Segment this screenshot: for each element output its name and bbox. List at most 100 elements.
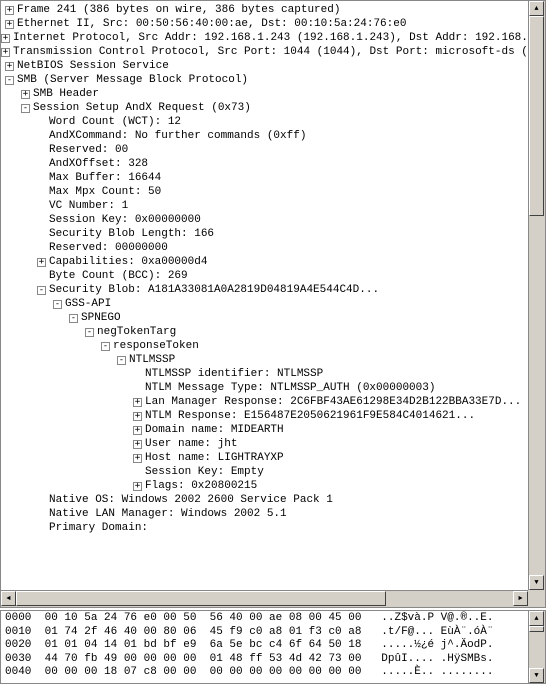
tree-row[interactable]: Security Blob Length: 166 xyxy=(1,227,528,241)
expand-icon[interactable]: + xyxy=(133,440,142,449)
tree-row[interactable]: Primary Domain: xyxy=(1,521,528,535)
tree-label: Native LAN Manager: Windows 2002 5.1 xyxy=(49,507,287,521)
tree-row[interactable]: +SMB Header xyxy=(1,87,528,101)
tree-row[interactable]: Session Key: 0x00000000 xyxy=(1,213,528,227)
tree-row[interactable]: -NTLMSSP xyxy=(1,353,528,367)
tree-label: Max Mpx Count: 50 xyxy=(49,185,161,199)
collapse-icon[interactable]: - xyxy=(117,356,126,365)
collapse-icon[interactable]: - xyxy=(85,328,94,337)
packet-details-pane: +Frame 241 (386 bytes on wire, 386 bytes… xyxy=(0,0,546,608)
collapse-icon[interactable]: - xyxy=(101,342,110,351)
tree-row[interactable]: Native OS: Windows 2002 2600 Service Pac… xyxy=(1,493,528,507)
scroll-right-button[interactable]: ► xyxy=(513,591,528,606)
arrow-up-icon: ▲ xyxy=(534,5,538,13)
tree-row[interactable]: VC Number: 1 xyxy=(1,199,528,213)
hex-dump[interactable]: 0000 00 10 5a 24 76 e0 00 50 56 40 00 ae… xyxy=(1,611,528,683)
scroll-left-button[interactable]: ◄ xyxy=(1,591,16,606)
tree-label: Session Setup AndX Request (0x73) xyxy=(33,101,251,115)
tree-row[interactable]: Max Buffer: 16644 xyxy=(1,171,528,185)
tree-row[interactable]: Reserved: 00000000 xyxy=(1,241,528,255)
collapse-icon[interactable]: - xyxy=(37,286,46,295)
hex-row[interactable]: 0020 01 01 04 14 01 bd bf e9 6a 5e bc c4… xyxy=(5,639,524,653)
tree-label: Host name: LIGHTRAYXP xyxy=(145,451,284,465)
tree-row[interactable]: NTLM Message Type: NTLMSSP_AUTH (0x00000… xyxy=(1,381,528,395)
tree-row[interactable]: -Session Setup AndX Request (0x73) xyxy=(1,101,528,115)
tree-label: NetBIOS Session Service xyxy=(17,59,169,73)
arrow-left-icon: ◄ xyxy=(6,595,10,603)
expand-icon[interactable]: + xyxy=(5,20,14,29)
scroll-down-button[interactable]: ▼ xyxy=(529,575,544,590)
expand-icon[interactable]: + xyxy=(1,34,10,43)
expand-icon[interactable]: + xyxy=(133,398,142,407)
hex-row[interactable]: 0040 00 00 00 18 07 c8 00 00 00 00 00 00… xyxy=(5,666,524,680)
scroll-thumb-vertical[interactable] xyxy=(529,16,544,216)
expand-icon[interactable]: + xyxy=(37,258,46,267)
tree-row[interactable]: +Transmission Control Protocol, Src Port… xyxy=(1,45,528,59)
tree-label: Frame 241 (386 bytes on wire, 386 bytes … xyxy=(17,3,340,17)
horizontal-scrollbar[interactable]: ◄ ► xyxy=(1,590,528,607)
tree-row[interactable]: Session Key: Empty xyxy=(1,465,528,479)
collapse-icon[interactable]: - xyxy=(21,104,30,113)
tree-row[interactable]: -responseToken xyxy=(1,339,528,353)
tree-row[interactable]: Word Count (WCT): 12 xyxy=(1,115,528,129)
expand-icon[interactable]: + xyxy=(133,454,142,463)
tree-row[interactable]: -Security Blob: A181A33081A0A2819D04819A… xyxy=(1,283,528,297)
scroll-thumb-horizontal[interactable] xyxy=(16,591,386,606)
tree-row[interactable]: Max Mpx Count: 50 xyxy=(1,185,528,199)
hex-row[interactable]: 0000 00 10 5a 24 76 e0 00 50 56 40 00 ae… xyxy=(5,612,524,626)
tree-row[interactable]: +Lan Manager Response: 2C6FBF43AE61298E3… xyxy=(1,395,528,409)
tree-row[interactable]: -GSS-API xyxy=(1,297,528,311)
hex-scroll-thumb-vertical[interactable] xyxy=(529,626,544,632)
hex-scroll-down-button[interactable]: ▼ xyxy=(529,668,544,683)
tree-row[interactable]: +Host name: LIGHTRAYXP xyxy=(1,451,528,465)
expand-icon[interactable]: + xyxy=(21,90,30,99)
tree-row[interactable]: NTLMSSP identifier: NTLMSSP xyxy=(1,367,528,381)
tree-row[interactable]: +NetBIOS Session Service xyxy=(1,59,528,73)
tree-row[interactable]: AndXCommand: No further commands (0xff) xyxy=(1,129,528,143)
tree-label: Reserved: 00 xyxy=(49,143,128,157)
tree-row[interactable]: +Capabilities: 0xa00000d4 xyxy=(1,255,528,269)
tree-row[interactable]: -SMB (Server Message Block Protocol) xyxy=(1,73,528,87)
tree-row[interactable]: Byte Count (BCC): 269 xyxy=(1,269,528,283)
arrow-right-icon: ► xyxy=(518,595,522,603)
tree-row[interactable]: Reserved: 00 xyxy=(1,143,528,157)
expand-icon[interactable]: + xyxy=(133,426,142,435)
tree-row[interactable]: +Frame 241 (386 bytes on wire, 386 bytes… xyxy=(1,3,528,17)
expand-icon[interactable]: + xyxy=(5,6,14,15)
tree-row[interactable]: AndXOffset: 328 xyxy=(1,157,528,171)
tree-label: AndXOffset: 328 xyxy=(49,157,148,171)
tree-row[interactable]: -negTokenTarg xyxy=(1,325,528,339)
collapse-icon[interactable]: - xyxy=(53,300,62,309)
hex-scroll-up-button[interactable]: ▲ xyxy=(529,611,544,626)
tree-label: Native OS: Windows 2002 2600 Service Pac… xyxy=(49,493,333,507)
tree-label: AndXCommand: No further commands (0xff) xyxy=(49,129,306,143)
collapse-icon[interactable]: - xyxy=(5,76,14,85)
packet-tree[interactable]: +Frame 241 (386 bytes on wire, 386 bytes… xyxy=(1,1,528,590)
expand-icon[interactable]: + xyxy=(133,482,142,491)
hex-row[interactable]: 0030 44 70 fb 49 00 00 00 00 01 48 ff 53… xyxy=(5,653,524,667)
tree-label: GSS-API xyxy=(65,297,111,311)
tree-row[interactable]: +Internet Protocol, Src Addr: 192.168.1.… xyxy=(1,31,528,45)
tree-row[interactable]: +User name: jht xyxy=(1,437,528,451)
collapse-icon[interactable]: - xyxy=(69,314,78,323)
hex-row[interactable]: 0010 01 74 2f 46 40 00 80 06 45 f9 c0 a8… xyxy=(5,626,524,640)
tree-row[interactable]: +NTLM Response: E156487E2050621961F9E584… xyxy=(1,409,528,423)
tree-row[interactable]: +Flags: 0x20800215 xyxy=(1,479,528,493)
tree-label: SPNEGO xyxy=(81,311,121,325)
tree-label: NTLM Response: E156487E2050621961F9E584C… xyxy=(145,409,475,423)
expand-icon[interactable]: + xyxy=(1,48,10,57)
tree-row[interactable]: +Ethernet II, Src: 00:50:56:40:00:ae, Ds… xyxy=(1,17,528,31)
tree-label: NTLMSSP identifier: NTLMSSP xyxy=(145,367,323,381)
scroll-up-button[interactable]: ▲ xyxy=(529,1,544,16)
tree-label: Transmission Control Protocol, Src Port:… xyxy=(13,45,528,59)
tree-row[interactable]: +Domain name: MIDEARTH xyxy=(1,423,528,437)
expand-icon[interactable]: + xyxy=(5,62,14,71)
tree-row[interactable]: -SPNEGO xyxy=(1,311,528,325)
tree-row[interactable]: Native LAN Manager: Windows 2002 5.1 xyxy=(1,507,528,521)
tree-label: Flags: 0x20800215 xyxy=(145,479,257,493)
tree-label: SMB Header xyxy=(33,87,99,101)
expand-icon[interactable]: + xyxy=(133,412,142,421)
vertical-scrollbar[interactable]: ▲ ▼ xyxy=(528,1,545,590)
hex-vertical-scrollbar[interactable]: ▲ ▼ xyxy=(528,611,545,683)
arrow-down-icon: ▼ xyxy=(534,579,538,587)
